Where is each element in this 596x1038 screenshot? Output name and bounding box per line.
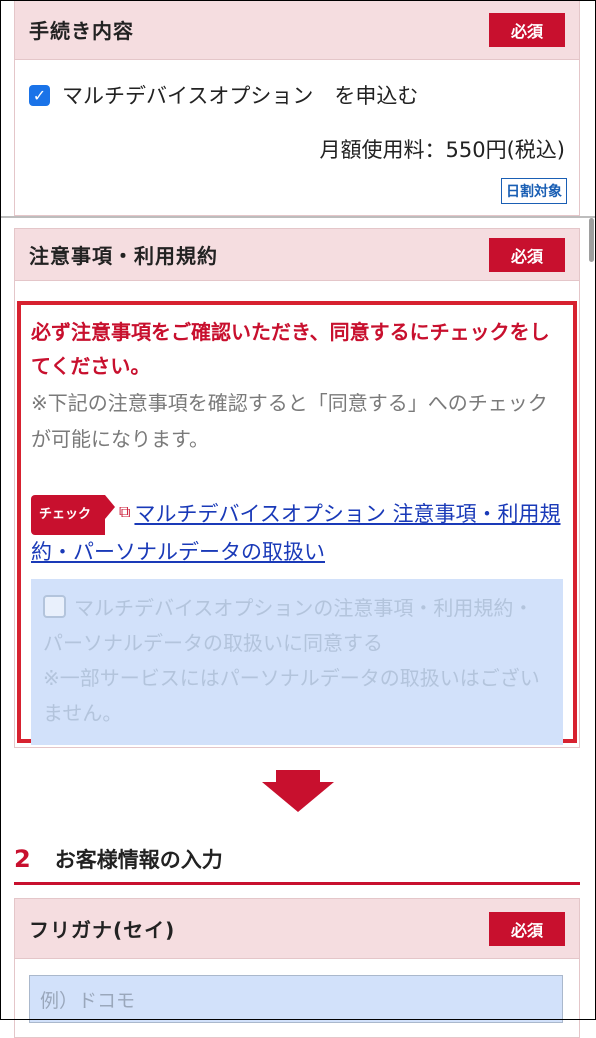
multidevice-option-checkbox-row[interactable]: ✓ マルチデバイスオプション を申込む <box>15 60 579 110</box>
terms-link-row: チェック ⧉ マルチデバイスオプション 注意事項・利用規約・パーソナルデータの取扱い <box>31 495 563 569</box>
terms-note: ※下記の注意事項を確認すると「同意する」へのチェックが可能になります。 <box>31 391 548 451</box>
step-number: 2 <box>14 845 31 873</box>
procedure-section: 手続き内容 必須 ✓ マルチデバイスオプション を申込む 月額使用料：550円(… <box>14 0 580 216</box>
furigana-sei-header: フリガナ(セイ) 必須 <box>15 899 579 959</box>
required-badge: 必須 <box>489 911 565 946</box>
multidevice-option-label: マルチデバイスオプション を申込む <box>62 84 419 108</box>
agree-checkbox-area[interactable]: マルチデバイスオプションの注意事項・利用規約・パーソナルデータの取扱いに同意する… <box>31 579 563 745</box>
step-title: お客様情報の入力 <box>54 848 223 872</box>
terms-section: 注意事項・利用規約 必須 必ず注意事項をご確認いただき、同意するにチェックをして… <box>14 228 580 748</box>
required-badge: 必須 <box>489 12 565 47</box>
agree-label: マルチデバイスオプションの注意事項・利用規約・パーソナルデータの取扱いに同意する <box>43 596 534 655</box>
furigana-sei-input[interactable]: 例）ドコモ <box>29 975 563 1023</box>
checkbox-checked-icon[interactable]: ✓ <box>29 84 50 106</box>
terms-box: 必ず注意事項をご確認いただき、同意するにチェックをしてください。 ※下記の注意事… <box>17 301 577 745</box>
agree-note: ※一部サービスにはパーソナルデータの取扱いはございません。 <box>43 666 540 725</box>
step-heading: 2 お客様情報の入力 <box>14 836 580 885</box>
furigana-sei-section: フリガナ(セイ) 必須 例）ドコモ <box>14 898 580 1038</box>
procedure-header: 手続き内容 必須 <box>15 0 579 60</box>
prorated-badge: 日割対象 <box>501 178 567 204</box>
external-window-icon: ⧉ <box>119 502 131 521</box>
agree-checkbox[interactable] <box>43 595 66 618</box>
divider <box>0 216 596 218</box>
check-tag: チェック <box>31 495 116 535</box>
monthly-fee: 月額使用料：550円(税込) <box>319 138 565 162</box>
terms-warning: 必ず注意事項をご確認いただき、同意するにチェックをしてください。 <box>31 320 550 378</box>
terms-header: 注意事項・利用規約 必須 <box>15 229 579 281</box>
down-arrow-icon <box>262 770 334 812</box>
required-badge: 必須 <box>489 237 565 272</box>
procedure-title: 手続き内容 <box>29 19 134 43</box>
furigana-sei-title: フリガナ(セイ) <box>29 918 176 942</box>
scrollbar[interactable] <box>589 218 594 262</box>
terms-title: 注意事項・利用規約 <box>29 244 218 268</box>
